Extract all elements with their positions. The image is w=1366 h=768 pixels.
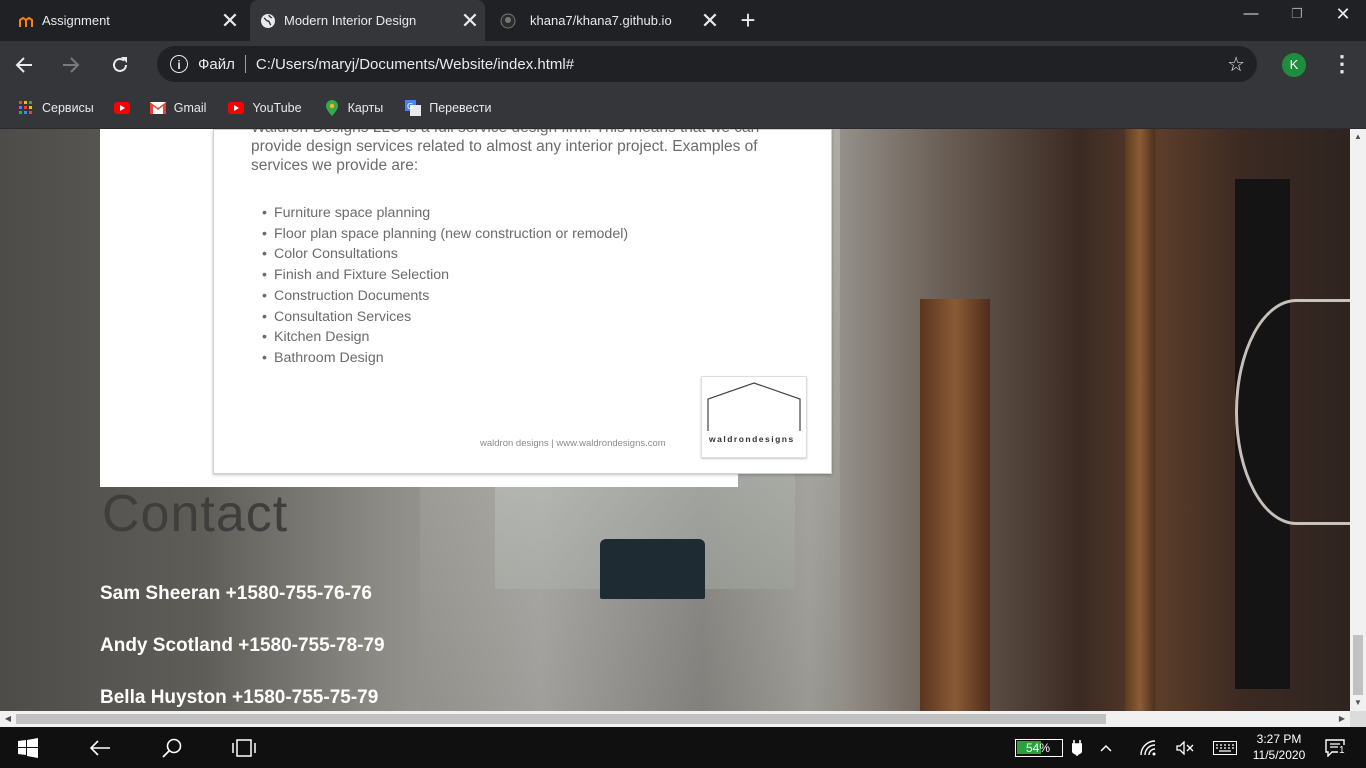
services-list: Furniture space planning Floor plan spac…: [274, 203, 628, 369]
contact-entry: Bella Huyston +1580-755-75-79: [100, 687, 379, 708]
gmail-icon: [149, 100, 166, 116]
wood-door-image: [920, 299, 990, 711]
volume-muted-icon[interactable]: [1172, 727, 1198, 768]
horizontal-scroll-thumb[interactable]: [16, 714, 1106, 724]
close-window-icon[interactable]: ✕: [1320, 0, 1366, 30]
tab-title: Modern Interior Design: [284, 13, 417, 28]
svg-text:G: G: [407, 102, 413, 111]
keyboard-icon[interactable]: [1210, 727, 1240, 768]
browser-toolbar: i Файл C:/Users/maryj/Documents/Website/…: [0, 41, 1366, 88]
translate-icon: G: [405, 100, 422, 116]
bookmark-translate[interactable]: G Перевести: [405, 100, 491, 116]
menu-kebab-icon[interactable]: ⋮: [1330, 52, 1354, 76]
logo-wordmark: waldrondesigns: [709, 434, 795, 444]
vertical-scroll-thumb[interactable]: [1353, 635, 1363, 695]
close-tab-icon[interactable]: ✕: [215, 8, 245, 34]
tab-modern-interior-design[interactable]: Modern Interior Design ✕: [250, 0, 485, 41]
url-text[interactable]: C:/Users/maryj/Documents/Website/index.h…: [256, 56, 574, 73]
taskbar-clock[interactable]: 3:27 PM 11/5/2020: [1249, 731, 1309, 763]
contact-entry: Sam Sheeran +1580-755-76-76: [100, 583, 372, 604]
bookmarks-bar: Сервисы Gmail YouTube Карты G Перевести: [0, 88, 1366, 129]
services-intro: Waldron Designs LLC is a full service de…: [251, 129, 759, 174]
youtube-icon: [228, 100, 245, 116]
scrollbar-corner: [1350, 711, 1366, 727]
bookmark-apps[interactable]: Сервисы: [18, 100, 94, 116]
clock-date: 11/5/2020: [1252, 748, 1306, 762]
page-viewport: Waldron Designs LLC is a full service de…: [0, 129, 1350, 711]
github-icon: [500, 13, 516, 29]
notifications-icon[interactable]: 1: [1320, 727, 1350, 768]
power-plug-icon: [1068, 727, 1086, 768]
scheme-label: Файл: [198, 55, 235, 73]
battery-percent: 54%: [1026, 741, 1051, 755]
globe-icon: [260, 13, 276, 29]
profile-avatar[interactable]: K: [1282, 53, 1306, 77]
waldron-logo: waldrondesigns: [701, 376, 807, 458]
windows-taskbar: 54% 3:27 PM 11/5/2020 1: [0, 727, 1366, 768]
list-item: Bathroom Design: [274, 348, 628, 369]
bookmark-label: Gmail: [173, 101, 207, 115]
chevron-up-icon[interactable]: [1094, 727, 1118, 768]
scroll-down-icon[interactable]: ▼: [1350, 695, 1366, 711]
notification-count: 1: [1338, 745, 1346, 756]
maps-icon: [324, 100, 340, 116]
wood-panel-image: [1125, 129, 1155, 711]
bookmark-label: Сервисы: [42, 101, 94, 115]
bookmark-label: YouTube: [252, 101, 302, 115]
tab-github[interactable]: khana7/khana7.github.io ✕: [490, 0, 725, 41]
tab-assignment[interactable]: Assignment ✕: [0, 0, 245, 41]
bookmark-maps[interactable]: Карты: [324, 100, 384, 116]
wall-art-arc: [1235, 299, 1350, 525]
sofa-image: [600, 539, 705, 599]
bookmark-gmail[interactable]: Gmail: [149, 100, 207, 116]
bookmark-star-icon[interactable]: ☆: [1227, 52, 1245, 77]
list-item: Consultation Services: [274, 307, 628, 328]
contact-entry: Andy Scotland +1580-755-78-79: [100, 635, 385, 656]
address-bar[interactable]: i Файл C:/Users/maryj/Documents/Website/…: [157, 46, 1257, 82]
list-item: Color Consultations: [274, 244, 628, 265]
bookmark-youtube-short[interactable]: [113, 100, 138, 116]
horizontal-scrollbar[interactable]: ◀ ▶: [0, 711, 1350, 727]
omnibox-divider: [244, 55, 246, 73]
search-icon[interactable]: [150, 727, 194, 768]
scroll-left-icon[interactable]: ◀: [0, 711, 16, 727]
list-item: Kitchen Design: [274, 327, 628, 348]
list-item: Floor plan space planning (new construct…: [274, 224, 628, 245]
close-tab-icon[interactable]: ✕: [695, 8, 725, 34]
list-item: Furniture space planning: [274, 203, 628, 224]
house-outline-icon: [707, 382, 801, 431]
windows-start-icon[interactable]: [0, 727, 56, 768]
wifi-icon[interactable]: [1135, 727, 1161, 768]
info-icon[interactable]: i: [170, 55, 188, 73]
vertical-scrollbar[interactable]: ▲ ▼: [1350, 129, 1366, 711]
list-item: Finish and Fixture Selection: [274, 265, 628, 286]
youtube-icon: [113, 100, 130, 116]
moodle-icon: [18, 13, 34, 29]
restore-icon[interactable]: ❐: [1274, 0, 1320, 30]
tab-title: Assignment: [42, 13, 110, 28]
task-view-icon[interactable]: [222, 727, 266, 768]
services-document: Waldron Designs LLC is a full service de…: [213, 129, 832, 474]
bookmark-label: Перевести: [429, 101, 492, 115]
tab-strip: Assignment ✕ Modern Interior Design ✕ kh…: [0, 0, 1366, 41]
back-arrow-icon[interactable]: [78, 727, 122, 768]
tab-title: khana7/khana7.github.io: [530, 13, 672, 28]
reload-icon[interactable]: [104, 49, 136, 81]
bookmark-label: Карты: [347, 101, 384, 115]
battery-indicator[interactable]: 54%: [1015, 739, 1063, 757]
new-tab-button[interactable]: +: [735, 6, 761, 34]
back-icon[interactable]: [8, 49, 40, 81]
document-footer: waldron designs | www.waldrondesigns.com: [480, 438, 666, 449]
forward-icon[interactable]: [55, 49, 87, 81]
services-card: Waldron Designs LLC is a full service de…: [100, 129, 832, 487]
scroll-up-icon[interactable]: ▲: [1350, 129, 1366, 145]
bookmark-youtube[interactable]: YouTube: [228, 100, 302, 116]
apps-icon: [18, 100, 34, 116]
scroll-right-icon[interactable]: ▶: [1334, 711, 1350, 727]
close-tab-icon[interactable]: ✕: [455, 8, 485, 34]
clock-time: 3:27 PM: [1256, 732, 1302, 746]
list-item: Construction Documents: [274, 286, 628, 307]
minimize-icon[interactable]: —: [1228, 0, 1274, 30]
contact-heading: Contact: [102, 485, 289, 543]
